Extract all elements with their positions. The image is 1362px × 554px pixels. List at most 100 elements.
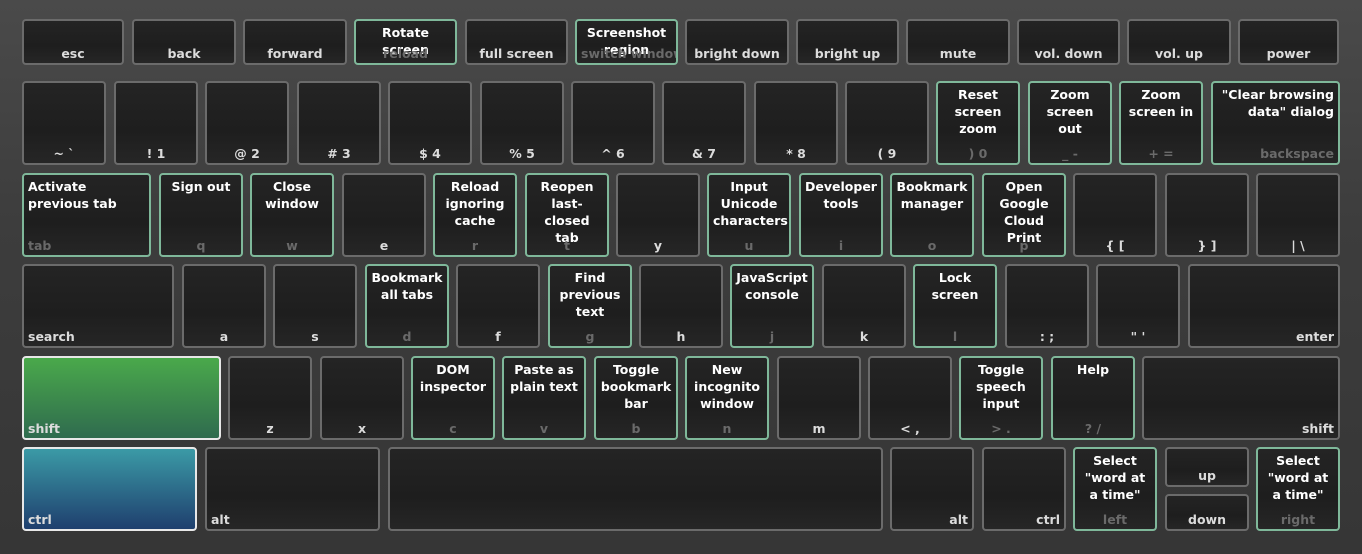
- key-v[interactable]: Paste as plain text v: [502, 356, 586, 440]
- key-x[interactable]: x: [320, 356, 404, 440]
- shortcut-label: Close window: [265, 179, 319, 211]
- key-i[interactable]: Developer tools i: [799, 173, 883, 257]
- key-b[interactable]: Toggle bookmark bar b: [594, 356, 678, 440]
- key-dquote-quote[interactable]: " ': [1096, 264, 1180, 348]
- key-shift-right[interactable]: shift: [1142, 356, 1340, 440]
- key-star-8[interactable]: * 8: [754, 81, 838, 165]
- key-lparen-9[interactable]: ( 9: [845, 81, 929, 165]
- key-y[interactable]: y: [616, 173, 700, 257]
- key-tab[interactable]: Activate previous tab tab: [22, 173, 151, 257]
- key-bright-down[interactable]: bright down: [685, 19, 789, 65]
- key-ctrl[interactable]: ctrl: [22, 447, 197, 531]
- key-m[interactable]: m: [777, 356, 861, 440]
- shortcut-label: Select "word at a time": [1084, 453, 1146, 502]
- key-down[interactable]: down: [1165, 494, 1249, 531]
- key-label: n: [722, 421, 732, 436]
- key-at-2[interactable]: @ 2: [205, 81, 289, 165]
- key-bright-up[interactable]: bright up: [796, 19, 899, 65]
- key-search[interactable]: search: [22, 264, 174, 348]
- shortcut-label: Toggle bookmark bar: [600, 362, 672, 411]
- key-volperiod-down[interactable]: vol. down: [1017, 19, 1120, 65]
- key-label: _ -: [1062, 146, 1078, 161]
- key-switch-window[interactable]: Screenshot region switch window: [575, 19, 678, 65]
- key-q[interactable]: Sign out q: [159, 173, 243, 257]
- key-gt-period[interactable]: Toggle speech input > .: [959, 356, 1043, 440]
- key-esc[interactable]: esc: [22, 19, 124, 65]
- shortcut-label: Activate previous tab: [28, 179, 117, 211]
- key-label: ctrl: [28, 512, 52, 527]
- shortcut-label: Reopen last-closed tab: [540, 179, 594, 245]
- key-tilde-backtick[interactable]: ~ `: [22, 81, 106, 165]
- key-backspace[interactable]: "Clear browsing data" dialog backspace: [1211, 81, 1340, 165]
- key-t[interactable]: Reopen last-closed tab t: [525, 173, 609, 257]
- key-caret-6[interactable]: ^ 6: [571, 81, 655, 165]
- key-colon-semicolon[interactable]: : ;: [1005, 264, 1089, 348]
- key-enter[interactable]: enter: [1188, 264, 1340, 348]
- shortcut-label: Zoom screen out: [1046, 87, 1094, 136]
- key-w[interactable]: Close window w: [250, 173, 334, 257]
- key-full-screen[interactable]: full screen: [465, 19, 568, 65]
- key-h[interactable]: h: [639, 264, 723, 348]
- key-underscore-minus[interactable]: Zoom screen out _ -: [1028, 81, 1112, 165]
- key-e[interactable]: e: [342, 173, 426, 257]
- key-back[interactable]: back: [132, 19, 236, 65]
- key-amp-7[interactable]: & 7: [662, 81, 746, 165]
- key-question-slash[interactable]: Help ? /: [1051, 356, 1135, 440]
- key-alt[interactable]: alt: [205, 447, 380, 531]
- key-plus-equals[interactable]: Zoom screen in + =: [1119, 81, 1203, 165]
- key-label: esc: [61, 46, 85, 61]
- key-o[interactable]: Bookmark manager o: [890, 173, 974, 257]
- key-d[interactable]: Bookmark all tabs d: [365, 264, 449, 348]
- key-label: down: [1188, 512, 1226, 527]
- key-label: search: [28, 329, 75, 344]
- key-n[interactable]: New incognito window n: [685, 356, 769, 440]
- key-rparen-0[interactable]: Reset screen zoom ) 0: [936, 81, 1020, 165]
- key-l[interactable]: Lock screen l: [913, 264, 997, 348]
- key-left[interactable]: Select "word at a time" left: [1073, 447, 1157, 531]
- key-lt-comma[interactable]: < ,: [868, 356, 952, 440]
- key-dollar-4[interactable]: $ 4: [388, 81, 472, 165]
- key-label: + =: [1148, 146, 1174, 161]
- key-hash-3[interactable]: # 3: [297, 81, 381, 165]
- shortcut-label: Sign out: [171, 179, 231, 194]
- key-forward[interactable]: forward: [243, 19, 347, 65]
- key-shift[interactable]: shift: [22, 356, 221, 440]
- key-pipe-backslash[interactable]: | \: [1256, 173, 1340, 257]
- key-k[interactable]: k: [822, 264, 906, 348]
- key-g[interactable]: Find previous text g: [548, 264, 632, 348]
- key-z[interactable]: z: [228, 356, 312, 440]
- key-mute[interactable]: mute: [906, 19, 1010, 65]
- key-rbrace-rbracket[interactable]: } ]: [1165, 173, 1249, 257]
- key-label: forward: [267, 46, 323, 61]
- shortcut-label: Reset screen zoom: [954, 87, 1002, 136]
- key-j[interactable]: JavaScript console j: [730, 264, 814, 348]
- key-p[interactable]: Open Google Cloud Print p: [982, 173, 1066, 257]
- key-label: vol. down: [1034, 46, 1103, 61]
- key-label: d: [402, 329, 412, 344]
- key-exclaim-1[interactable]: ! 1: [114, 81, 198, 165]
- key-label: power: [1266, 46, 1311, 61]
- key-f[interactable]: f: [456, 264, 540, 348]
- key-label: y: [653, 238, 663, 253]
- key-c[interactable]: DOM inspector c: [411, 356, 495, 440]
- key-label: shift: [1301, 421, 1334, 436]
- key-u[interactable]: Input Unicode characters u: [707, 173, 791, 257]
- key-label: s: [311, 329, 319, 344]
- key-s[interactable]: s: [273, 264, 357, 348]
- key-ctrl-right[interactable]: ctrl: [982, 447, 1066, 531]
- key-alt-right[interactable]: alt: [890, 447, 974, 531]
- key-space[interactable]: [388, 447, 883, 531]
- key-label: ~ `: [53, 146, 75, 161]
- key-r[interactable]: Reload ignoring cache r: [433, 173, 517, 257]
- key-volperiod-up[interactable]: vol. up: [1127, 19, 1231, 65]
- key-percent-5[interactable]: % 5: [480, 81, 564, 165]
- key-a[interactable]: a: [182, 264, 266, 348]
- key-reload[interactable]: Rotate screen reload: [354, 19, 457, 65]
- key-label: h: [676, 329, 686, 344]
- key-lbrace-lbracket[interactable]: { [: [1073, 173, 1157, 257]
- key-label: ) 0: [968, 146, 988, 161]
- shortcut-label: Help: [1076, 362, 1110, 377]
- key-power[interactable]: power: [1238, 19, 1339, 65]
- key-right[interactable]: Select "word at a time" right: [1256, 447, 1340, 531]
- key-up[interactable]: up: [1165, 447, 1249, 487]
